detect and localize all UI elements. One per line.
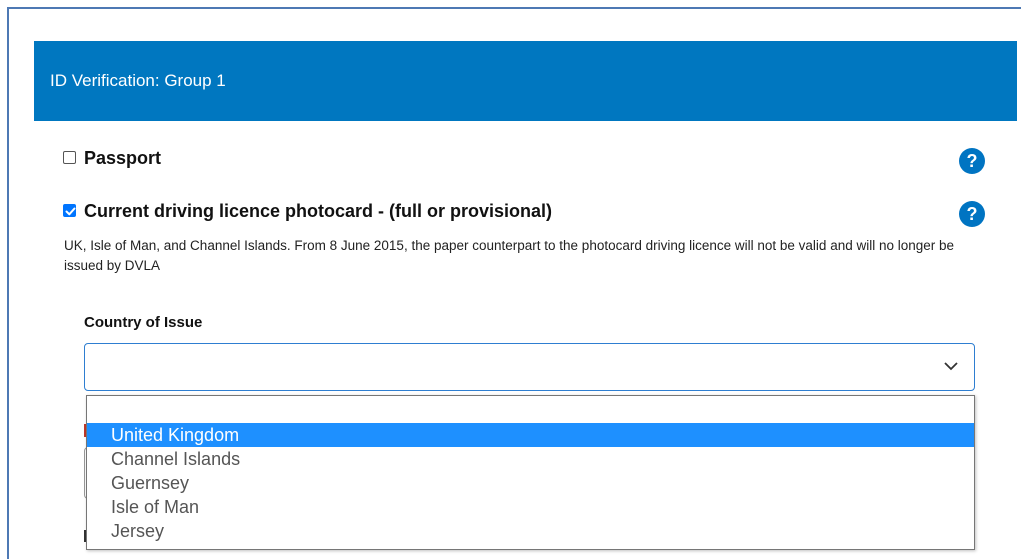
driving-licence-checkbox[interactable] (63, 204, 76, 217)
dropdown-option-guernsey[interactable]: Guernsey (87, 471, 974, 495)
country-of-issue-select[interactable] (84, 343, 975, 391)
dropdown-option-united-kingdom[interactable]: United Kingdom (87, 423, 974, 447)
question-circle-icon[interactable]: ? (959, 201, 985, 227)
country-of-issue-label: Country of Issue (84, 314, 203, 331)
country-dropdown-list[interactable]: United Kingdom Channel Islands Guernsey … (86, 395, 975, 550)
panel-title: ID Verification: Group 1 (50, 71, 226, 90)
licence-description: UK, Isle of Man, and Channel Islands. Fr… (64, 238, 955, 273)
passport-checkbox[interactable] (63, 151, 76, 164)
question-circle-icon[interactable]: ? (959, 148, 985, 174)
dropdown-option-isle-of-man[interactable]: Isle of Man (87, 495, 974, 519)
driving-licence-label[interactable]: Current driving licence photocard - (ful… (84, 201, 552, 222)
dropdown-option-channel-islands[interactable]: Channel Islands (87, 447, 974, 471)
dropdown-blank-option[interactable] (87, 396, 974, 423)
check-icon (65, 207, 76, 216)
passport-label[interactable]: Passport (84, 148, 161, 169)
chevron-down-icon (944, 362, 958, 371)
dropdown-option-jersey[interactable]: Jersey (87, 519, 974, 543)
